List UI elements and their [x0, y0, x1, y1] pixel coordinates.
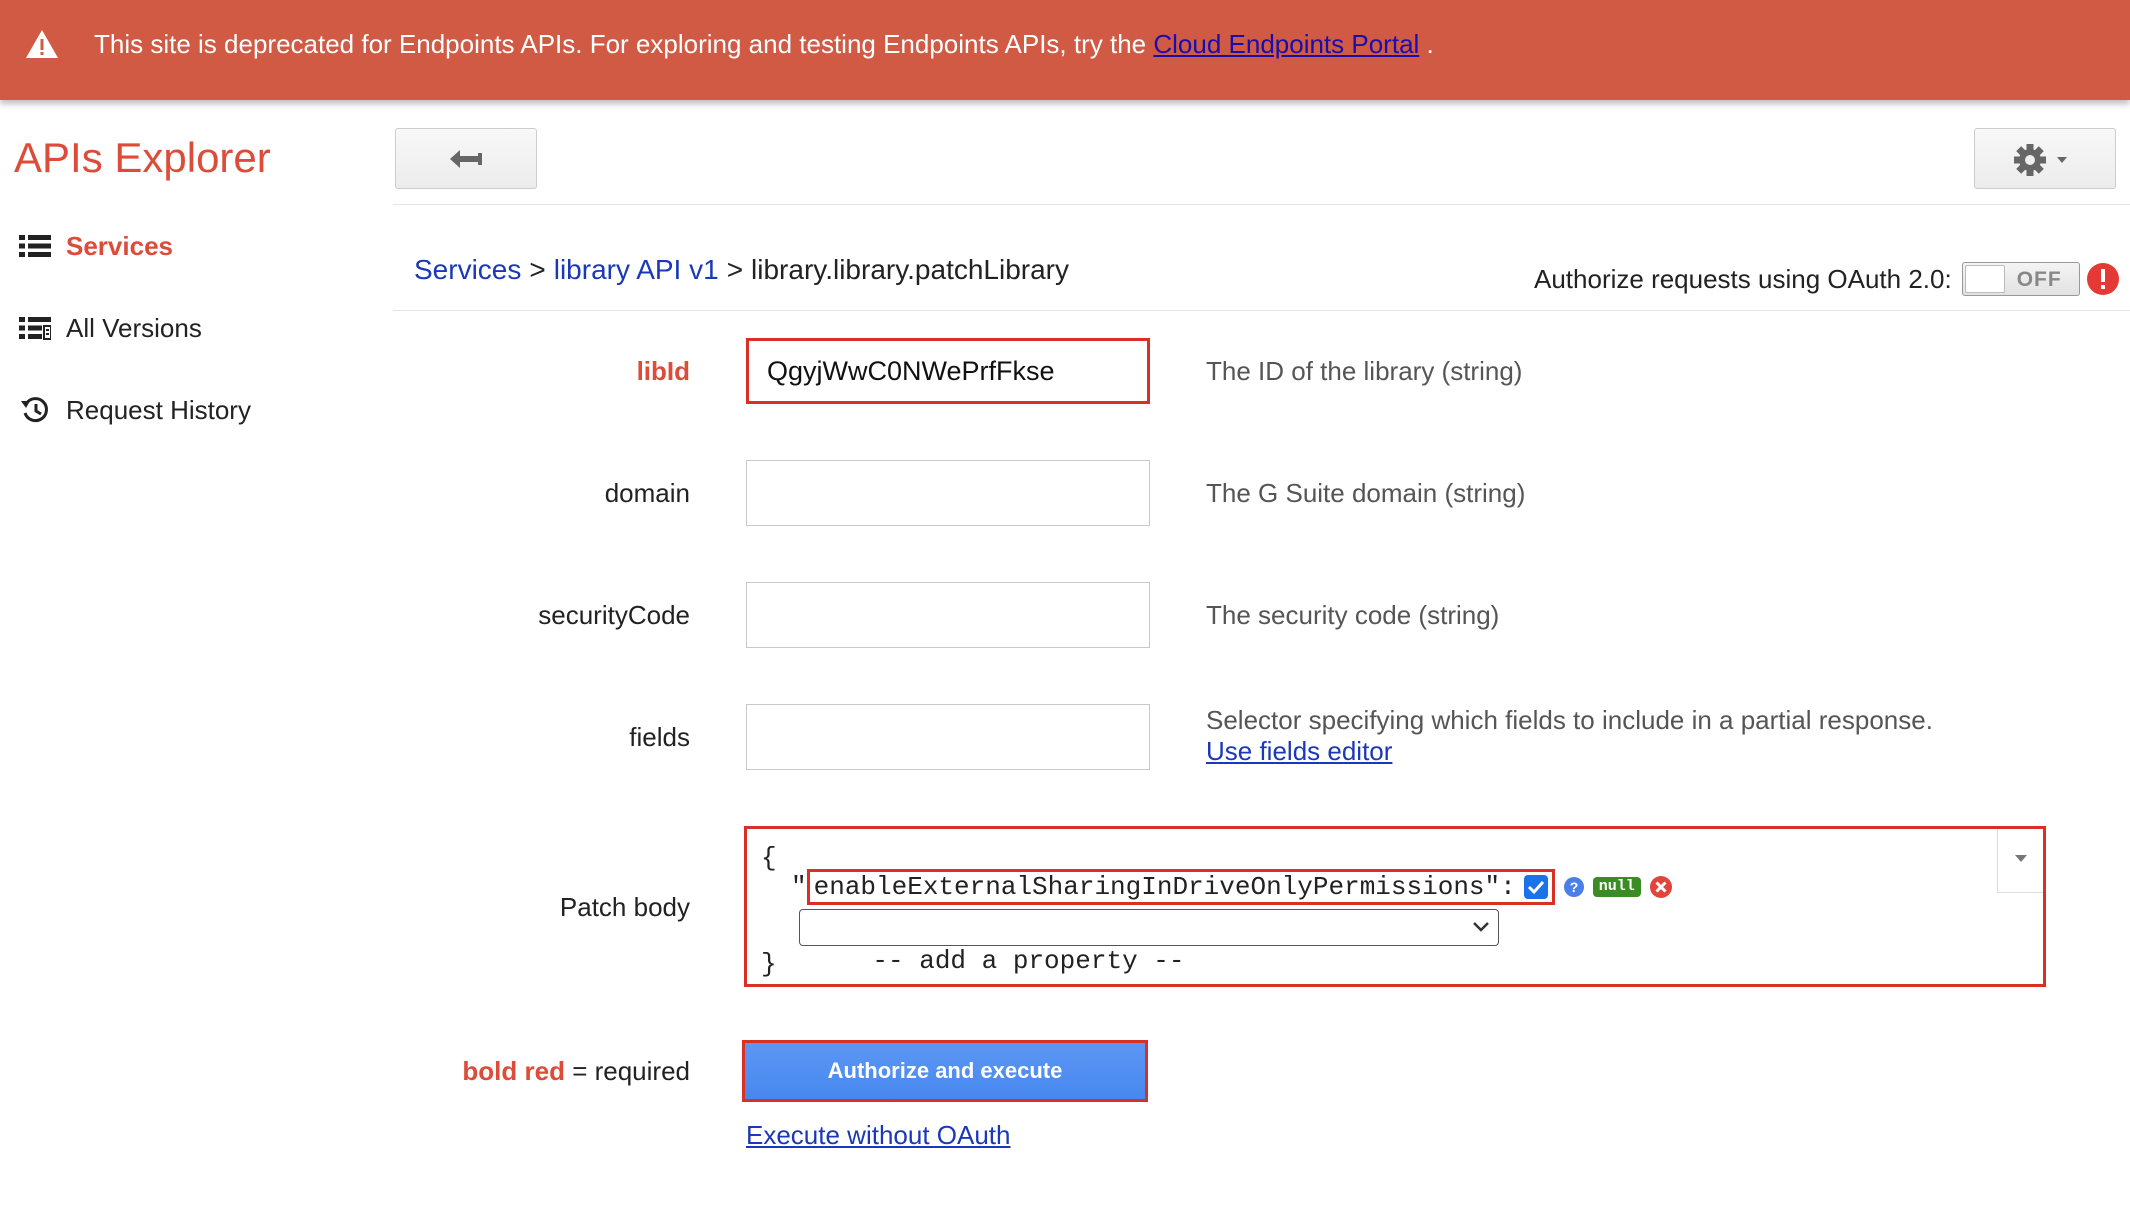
- required-legend-bold: bold red: [462, 1056, 565, 1086]
- libid-description: The ID of the library (string): [1206, 356, 1523, 386]
- required-legend-text: = required: [564, 1056, 690, 1086]
- patch-property-row: " enableExternalSharingInDriveOnlyPermis…: [791, 869, 1673, 905]
- warning-icon: [26, 30, 58, 58]
- patch-body-dropdown[interactable]: [1997, 829, 2043, 893]
- alert-icon[interactable]: [2086, 262, 2120, 296]
- patch-body-label: Patch body: [559, 892, 690, 922]
- fields-label: fields: [629, 722, 690, 752]
- chevron-down-icon: [2015, 855, 2027, 862]
- domain-input[interactable]: [746, 460, 1150, 526]
- cloud-endpoints-portal-link[interactable]: Cloud Endpoints Portal: [1153, 29, 1419, 59]
- toggle-knob: [1964, 265, 2005, 293]
- fields-description-text: Selector specifying which fields to incl…: [1206, 705, 1933, 735]
- app-title[interactable]: APIs Explorer: [14, 134, 271, 182]
- check-icon: [1527, 880, 1544, 895]
- breadcrumb-api-link[interactable]: library API v1: [554, 254, 719, 285]
- execute-without-oauth-link[interactable]: Execute without OAuth: [746, 1120, 1010, 1151]
- fields-input[interactable]: [746, 704, 1150, 770]
- property-value-checkbox[interactable]: [1523, 875, 1548, 899]
- authorize-and-execute-button[interactable]: Authorize and execute: [742, 1040, 1148, 1102]
- versions-list-icon: [18, 313, 52, 343]
- security-code-input[interactable]: [746, 582, 1150, 648]
- breadcrumb-separator: >: [529, 254, 546, 285]
- domain-description: The G Suite domain (string): [1206, 478, 1526, 508]
- breadcrumb-divider: [393, 310, 2130, 311]
- libid-label: libId: [636, 356, 690, 386]
- sidebar-item-label: Request History: [66, 394, 251, 425]
- breadcrumb-method: library.library.patchLibrary: [751, 254, 1069, 285]
- authorize-and-execute-label: Authorize and execute: [745, 1043, 1145, 1099]
- oauth-toggle[interactable]: OFF: [1961, 262, 2080, 296]
- patch-body-editor[interactable]: { " enableExternalSharingInDriveOnlyPerm…: [744, 826, 2046, 987]
- toggle-state: OFF: [2016, 268, 2062, 291]
- breadcrumb-services-link[interactable]: Services: [414, 254, 521, 285]
- property-key: enableExternalSharingInDriveOnlyPermissi…: [813, 872, 1485, 902]
- oauth-label: Authorize requests using OAuth 2.0:: [1534, 263, 1952, 294]
- security-code-label: securityCode: [538, 600, 690, 630]
- oauth-control: Authorize requests using OAuth 2.0: OFF: [1534, 262, 2120, 296]
- sidebar-item-label: Services: [66, 230, 173, 261]
- sidebar-item-request-history[interactable]: Request History: [18, 390, 251, 430]
- header-divider: [393, 204, 2130, 205]
- sidebar-item-services[interactable]: Services: [18, 226, 173, 266]
- chevron-down-icon: [1473, 922, 1489, 932]
- banner-message: This site is deprecated for Endpoints AP…: [94, 29, 1154, 59]
- remove-icon[interactable]: [1649, 875, 1673, 899]
- property-colon: ":: [1484, 872, 1516, 902]
- help-icon[interactable]: ?: [1563, 876, 1585, 898]
- back-button[interactable]: [395, 128, 537, 189]
- sidebar-item-label: All Versions: [66, 312, 202, 343]
- sidebar-item-all-versions[interactable]: All Versions: [18, 308, 202, 348]
- property-name: enableExternalSharingInDriveOnlyPermissi…: [806, 869, 1555, 905]
- gear-icon: [2014, 144, 2067, 176]
- null-badge[interactable]: null: [1592, 877, 1641, 897]
- security-code-description: The security code (string): [1206, 600, 1500, 630]
- history-icon: [18, 395, 52, 425]
- required-legend: bold red = required: [462, 1056, 690, 1087]
- domain-label: domain: [604, 478, 690, 508]
- close-brace: }: [761, 949, 777, 979]
- libid-input[interactable]: QgyjWwC0NWePrfFkse: [746, 338, 1150, 404]
- list-icon: [18, 231, 52, 261]
- deprecation-banner: This site is deprecated for Endpoints AP…: [0, 0, 2130, 100]
- breadcrumb: Services > library API v1 > library.library.…: [414, 254, 1069, 286]
- open-brace: {: [761, 843, 777, 873]
- use-fields-editor-link[interactable]: Use fields editor: [1206, 736, 1392, 766]
- back-arrow-icon: [450, 150, 482, 168]
- settings-button[interactable]: [1974, 128, 2116, 189]
- add-property-select[interactable]: -- add a property --: [799, 909, 1499, 976]
- breadcrumb-separator: >: [726, 254, 744, 285]
- banner-suffix: .: [1419, 29, 1434, 59]
- banner-text: This site is deprecated for Endpoints AP…: [94, 29, 1434, 59]
- add-property-selected: -- add a property --: [872, 946, 1185, 976]
- svg-text:?: ?: [1569, 879, 1578, 895]
- fields-description: Selector specifying which fields to incl…: [1206, 705, 1933, 767]
- property-quote: ": [791, 872, 807, 902]
